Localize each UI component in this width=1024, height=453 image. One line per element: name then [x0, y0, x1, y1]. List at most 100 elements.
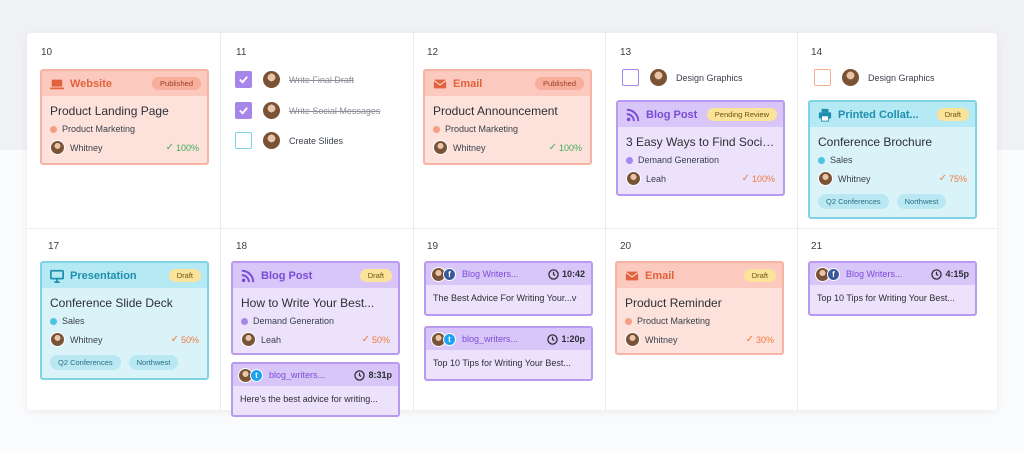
- content-card-printed-collateral[interactable]: Printed Collat... Draft Conference Broch…: [808, 100, 977, 219]
- day-number: 20: [620, 241, 632, 252]
- social-account: Blog Writers...: [462, 269, 519, 279]
- avatar: [649, 68, 668, 87]
- social-post-text: Top 10 Tips for Writing Your Best...: [433, 358, 571, 368]
- avatar: [50, 332, 65, 347]
- owner-name: Leah: [261, 334, 282, 345]
- envelope-icon: [433, 77, 447, 91]
- checkmark-icon: ✓: [741, 173, 750, 184]
- day-number: 17: [48, 241, 60, 252]
- avatar: [241, 332, 256, 347]
- scheduled-time: 1:20p: [561, 334, 585, 344]
- twitter-icon: t: [443, 332, 456, 346]
- checkmark-icon: ✓: [548, 142, 557, 153]
- content-card-blog-post[interactable]: Blog Post Draft How to Write Your Best..…: [231, 261, 400, 355]
- column-divider: [605, 33, 606, 410]
- progress-value: 50%: [371, 334, 390, 345]
- owner-name: Whitney: [70, 334, 103, 345]
- task-checkbox[interactable]: [235, 102, 252, 119]
- status-badge: Published: [535, 77, 584, 90]
- column-divider: [797, 33, 798, 410]
- avatar: [626, 171, 641, 186]
- owner-name: Leah: [646, 173, 667, 184]
- card-type: Website: [70, 77, 112, 90]
- task-label: Design Graphics: [676, 72, 743, 83]
- task-item[interactable]: Write Final Draft: [235, 70, 354, 89]
- card-type: Blog Post: [646, 108, 698, 121]
- avatar: [433, 140, 448, 155]
- tag-chip[interactable]: Northwest: [896, 194, 947, 209]
- category-label: Sales: [62, 316, 85, 326]
- week-divider: [27, 228, 997, 229]
- printer-icon: [818, 108, 832, 122]
- content-card-email[interactable]: Email Draft Product Reminder Product Mar…: [615, 261, 784, 355]
- task-checkbox[interactable]: [235, 132, 252, 149]
- content-card-presentation[interactable]: Presentation Draft Conference Slide Deck…: [40, 261, 209, 380]
- day-number: 19: [427, 241, 439, 252]
- social-account: blog_writers...: [462, 334, 519, 344]
- task-item[interactable]: Write Social Messages: [235, 101, 380, 120]
- avatar: [262, 131, 281, 150]
- day-number: 10: [41, 47, 53, 58]
- social-post-card[interactable]: t blog_writers... 1:20p Top 10 Tips for …: [424, 326, 593, 381]
- day-number: 12: [427, 47, 439, 58]
- task-checkbox[interactable]: [622, 69, 639, 86]
- tag-chip[interactable]: Q2 Conferences: [818, 194, 889, 209]
- content-card-website[interactable]: Website Published Product Landing Page P…: [40, 69, 209, 165]
- avatar: [50, 140, 65, 155]
- twitter-icon: t: [250, 368, 263, 382]
- day-number: 18: [236, 241, 248, 252]
- card-type: Blog Post: [261, 269, 313, 282]
- social-post-card[interactable]: t blog_writers... 8:31p Here's the best …: [231, 362, 400, 417]
- category-label: Product Marketing: [445, 124, 519, 134]
- task-checkbox[interactable]: [814, 69, 831, 86]
- progress-value: 50%: [180, 334, 199, 345]
- avatar: [818, 171, 833, 186]
- social-post-card[interactable]: f Blog Writers... 10:42 The Best Advice …: [424, 261, 593, 316]
- tag-chip[interactable]: Q2 Conferences: [50, 355, 121, 370]
- category-label: Product Marketing: [637, 316, 711, 326]
- social-post-text: The Best Advice For Writing Your...v: [433, 293, 577, 303]
- card-type: Printed Collat...: [838, 108, 919, 121]
- task-item[interactable]: Design Graphics: [622, 68, 743, 87]
- task-label: Write Social Messages: [289, 105, 381, 116]
- card-title: How to Write Your Best...: [241, 296, 375, 310]
- category-label: Sales: [830, 155, 853, 165]
- card-type: Email: [645, 269, 675, 282]
- presentation-icon: [50, 269, 64, 283]
- category-label: Demand Generation: [253, 316, 335, 326]
- task-checkbox[interactable]: [235, 71, 252, 88]
- category-dot: [50, 317, 57, 325]
- status-badge: Draft: [936, 108, 969, 121]
- checkmark-icon: ✓: [361, 334, 370, 345]
- checkmark-icon: ✓: [938, 173, 947, 184]
- avatar: [262, 70, 281, 89]
- content-card-blog-post[interactable]: Blog Post Pending Review 3 Easy Ways to …: [616, 100, 785, 196]
- scheduled-time: 8:31p: [368, 370, 392, 380]
- category-dot: [433, 125, 440, 133]
- laptop-icon: [50, 77, 64, 91]
- task-label: Design Graphics: [868, 72, 935, 83]
- content-card-email[interactable]: Email Published Product Announcement Pro…: [423, 69, 592, 165]
- day-number: 13: [620, 47, 632, 58]
- social-post-card[interactable]: f Blog Writers... 4:15p Top 10 Tips for …: [808, 261, 977, 316]
- category-dot: [241, 317, 248, 325]
- checkmark-icon: ✓: [170, 334, 179, 345]
- scheduled-time: 10:42: [561, 269, 585, 279]
- clock-icon: [548, 268, 559, 280]
- task-item[interactable]: Create Slides: [235, 131, 343, 150]
- owner-name: Whitney: [838, 173, 871, 184]
- status-badge: Draft: [168, 269, 201, 282]
- avatar: [262, 101, 281, 120]
- tag-chip[interactable]: Northwest: [128, 355, 179, 370]
- task-item[interactable]: Design Graphics: [814, 68, 935, 87]
- category-dot: [818, 156, 825, 164]
- facebook-icon: f: [443, 267, 456, 281]
- progress-value: 30%: [755, 334, 774, 345]
- rss-icon: [626, 108, 640, 122]
- avatar: [625, 332, 640, 347]
- social-account: Blog Writers...: [846, 269, 903, 279]
- scheduled-time: 4:15p: [945, 269, 969, 279]
- card-type: Presentation: [70, 269, 137, 282]
- column-divider: [220, 33, 221, 410]
- rss-icon: [241, 269, 255, 283]
